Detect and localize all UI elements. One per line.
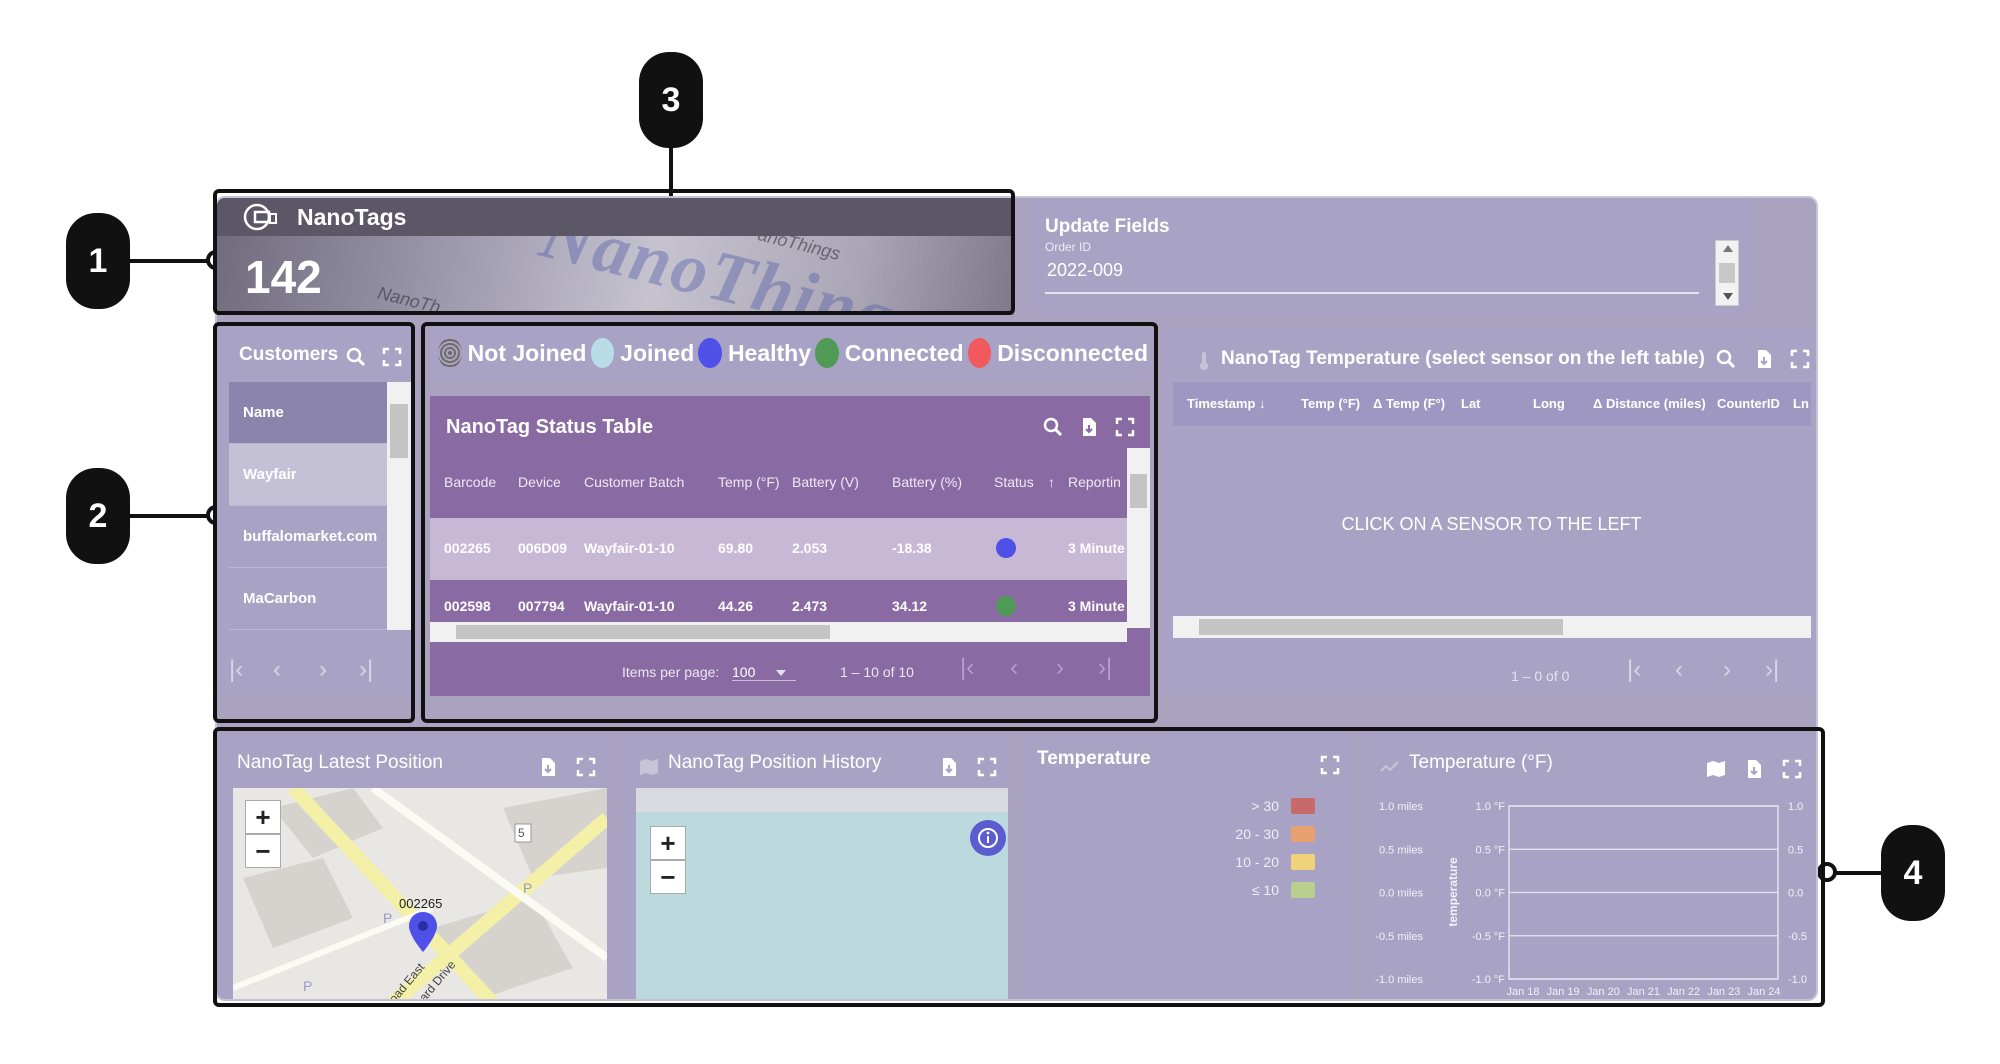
fullscreen-icon[interactable] bbox=[1789, 348, 1811, 370]
column-delta-temp[interactable]: Δ Temp (F°) bbox=[1373, 396, 1445, 411]
column-timestamp[interactable]: Timestamp ↓ bbox=[1187, 396, 1266, 411]
next-page-icon[interactable]: › bbox=[1723, 656, 1731, 684]
search-icon[interactable] bbox=[1715, 348, 1737, 370]
first-page-icon[interactable]: |‹ bbox=[1627, 656, 1641, 684]
column-temp[interactable]: Temp (°F) bbox=[1301, 396, 1360, 411]
column-ln[interactable]: Ln bbox=[1793, 396, 1811, 411]
prev-page-icon[interactable]: ‹ bbox=[1675, 656, 1683, 684]
callout-2: 2 bbox=[66, 468, 130, 564]
last-page-icon[interactable]: ›| bbox=[1765, 656, 1779, 684]
callout-1-line bbox=[130, 259, 214, 263]
scroll-thumb[interactable] bbox=[1199, 619, 1563, 635]
temperature-table-panel: NanoTag Temperature (select sensor on th… bbox=[1163, 326, 1816, 696]
section-4-frame bbox=[213, 727, 1825, 1007]
temperature-table-header: Timestamp ↓ Temp (°F) Δ Temp (F°) Lat Lo… bbox=[1173, 382, 1811, 426]
callout-1: 1 bbox=[66, 213, 130, 309]
order-id-scrollbar[interactable] bbox=[1715, 240, 1739, 306]
section-3-frame bbox=[421, 322, 1158, 723]
order-id-underline bbox=[1045, 292, 1699, 294]
scroll-thumb[interactable] bbox=[1719, 263, 1735, 283]
callout-4: 4 bbox=[1881, 825, 1945, 921]
column-lat[interactable]: Lat bbox=[1461, 396, 1481, 411]
callout-3: 3 bbox=[639, 52, 703, 148]
temperature-table-hscroll[interactable] bbox=[1173, 616, 1811, 638]
column-delta-distance[interactable]: Δ Distance (miles) bbox=[1593, 396, 1706, 411]
section-1-frame bbox=[213, 189, 1015, 315]
column-counter-id[interactable]: CounterID bbox=[1717, 396, 1780, 411]
empty-state-message: CLICK ON A SENSOR TO THE LEFT bbox=[1341, 514, 1642, 534]
thermometer-icon bbox=[1193, 350, 1215, 372]
temperature-table-title: NanoTag Temperature (select sensor on th… bbox=[1221, 348, 1705, 369]
export-file-icon[interactable] bbox=[1753, 348, 1775, 370]
scroll-down-arrow-icon[interactable] bbox=[1723, 293, 1733, 300]
column-long[interactable]: Long bbox=[1533, 396, 1565, 411]
callout-2-line bbox=[130, 514, 214, 518]
order-id-field[interactable]: 2022-009 bbox=[1047, 260, 1123, 281]
scroll-up-arrow-icon[interactable] bbox=[1723, 245, 1733, 252]
order-id-label: Order ID bbox=[1045, 240, 1092, 254]
section-2-frame bbox=[213, 322, 415, 723]
update-fields-panel: Update Fields Order ID 2022-009 bbox=[1029, 198, 1754, 315]
update-fields-title: Update Fields bbox=[1045, 216, 1170, 237]
pagination-range: 1 – 0 of 0 bbox=[1511, 668, 1570, 684]
